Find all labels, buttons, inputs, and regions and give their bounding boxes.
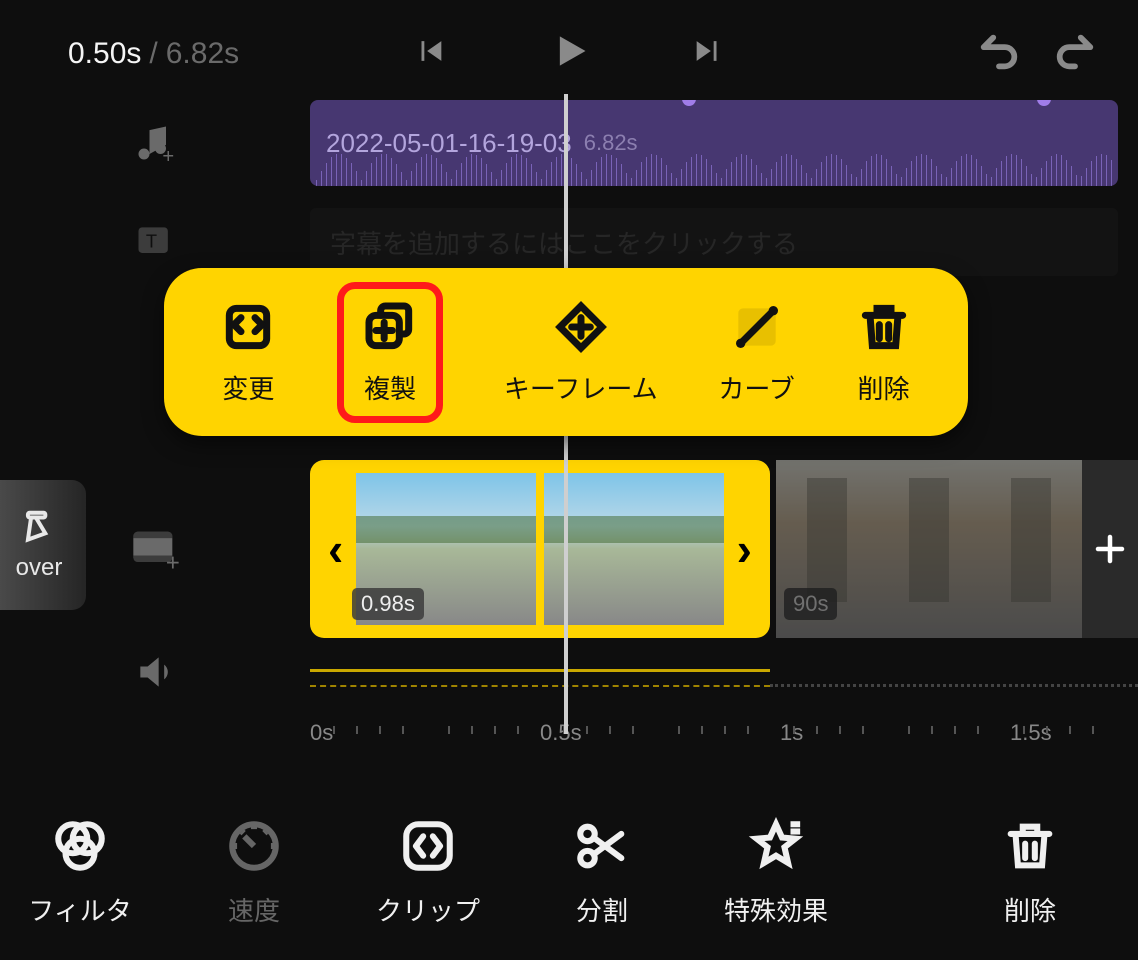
tool-fx[interactable]: 特殊効果 [712,817,840,928]
volume-track-row [0,650,1138,694]
topbar: 0.50s / 6.82s [0,0,1138,107]
tool-delete[interactable]: 削除 [966,817,1094,928]
redo-button[interactable] [1052,28,1098,79]
subtitle-clip[interactable]: 字幕を追加するにはここをクリックする [310,208,1118,276]
popup-curve-label: カーブ [718,369,794,406]
tool-filter[interactable]: フィルタ [16,817,144,928]
tool-filter-label: フィルタ [28,891,131,928]
clip-thumbnail-2 [544,473,724,625]
add-text-icon[interactable]: T [0,220,310,264]
popup-delete[interactable]: 削除 [856,299,912,406]
bottom-toolbar: フィルタ 速度 クリップ 分割 特殊効果 削除 Extract Audio [0,784,1138,960]
next-video-clip[interactable]: 90s [776,460,1082,638]
svg-text:T: T [146,231,157,252]
time-separator: / [149,37,157,71]
voiceover-label: over [16,554,63,582]
svg-text:+: + [166,550,180,575]
time-display: 0.50s / 6.82s [68,37,239,71]
popup-keyframe-label: キーフレーム [504,369,658,406]
play-button[interactable] [547,29,591,78]
ruler-tick: 0.5s [540,720,582,746]
selected-video-clip[interactable]: ‹ › 0.98s [310,460,770,638]
clip-trim-left[interactable]: ‹ [322,522,349,576]
time-ruler[interactable]: 0s 0.5s 1s 1.5s [310,720,1138,760]
undo-redo [976,28,1098,79]
tool-fx-label: 特殊効果 [724,891,828,928]
clip-duration-badge: 0.98s [352,588,424,620]
audio-clip[interactable]: 2022-05-01-16-19-03 6.82s [310,100,1118,186]
play-controls [413,29,725,78]
popup-duplicate-label: 複製 [364,369,416,406]
popup-curve[interactable]: カーブ [718,299,794,406]
popup-duplicate[interactable]: 複製 [337,282,443,423]
popup-delete-label: 削除 [858,369,910,406]
voiceover-button[interactable]: over [0,480,86,610]
next-clip-duration: 90s [784,588,837,620]
prev-button[interactable] [413,34,447,73]
time-current: 0.50s [68,37,141,71]
audio-envelope-rest [770,657,1138,687]
audio-track-row: + 2022-05-01-16-19-03 6.82s [0,100,1138,186]
next-button[interactable] [691,34,725,73]
tool-clip[interactable]: クリップ [364,817,492,928]
undo-button[interactable] [976,28,1022,79]
speaker-icon[interactable] [0,650,310,694]
tool-speed-label: 速度 [228,891,280,928]
ruler-tick: 0s [310,720,333,746]
popup-change[interactable]: 変更 [220,299,276,406]
tool-clip-label: クリップ [376,891,480,928]
add-clip-button[interactable] [1082,460,1138,638]
popup-keyframe[interactable]: キーフレーム [504,299,658,406]
tool-split[interactable]: 分割 [538,817,666,928]
video-track-row: + ‹ › 0.98s 90s [0,460,1138,638]
popup-change-label: 変更 [222,369,274,406]
tool-split-label: 分割 [576,891,628,928]
audio-clip-title: 2022-05-01-16-19-03 [326,128,572,159]
svg-text:+: + [162,146,174,165]
add-music-icon[interactable]: + [0,121,310,165]
audio-clip-duration: 6.82s [584,130,638,156]
clip-trim-right[interactable]: › [731,522,758,576]
audio-envelope[interactable] [310,657,770,687]
time-total: 6.82s [166,37,239,71]
tool-speed[interactable]: 速度 [190,817,318,928]
clip-action-popup: 変更 複製 キーフレーム カーブ 削除 [164,268,968,436]
tool-delete-label: 削除 [1004,891,1056,928]
ruler-tick: 1s [780,720,803,746]
